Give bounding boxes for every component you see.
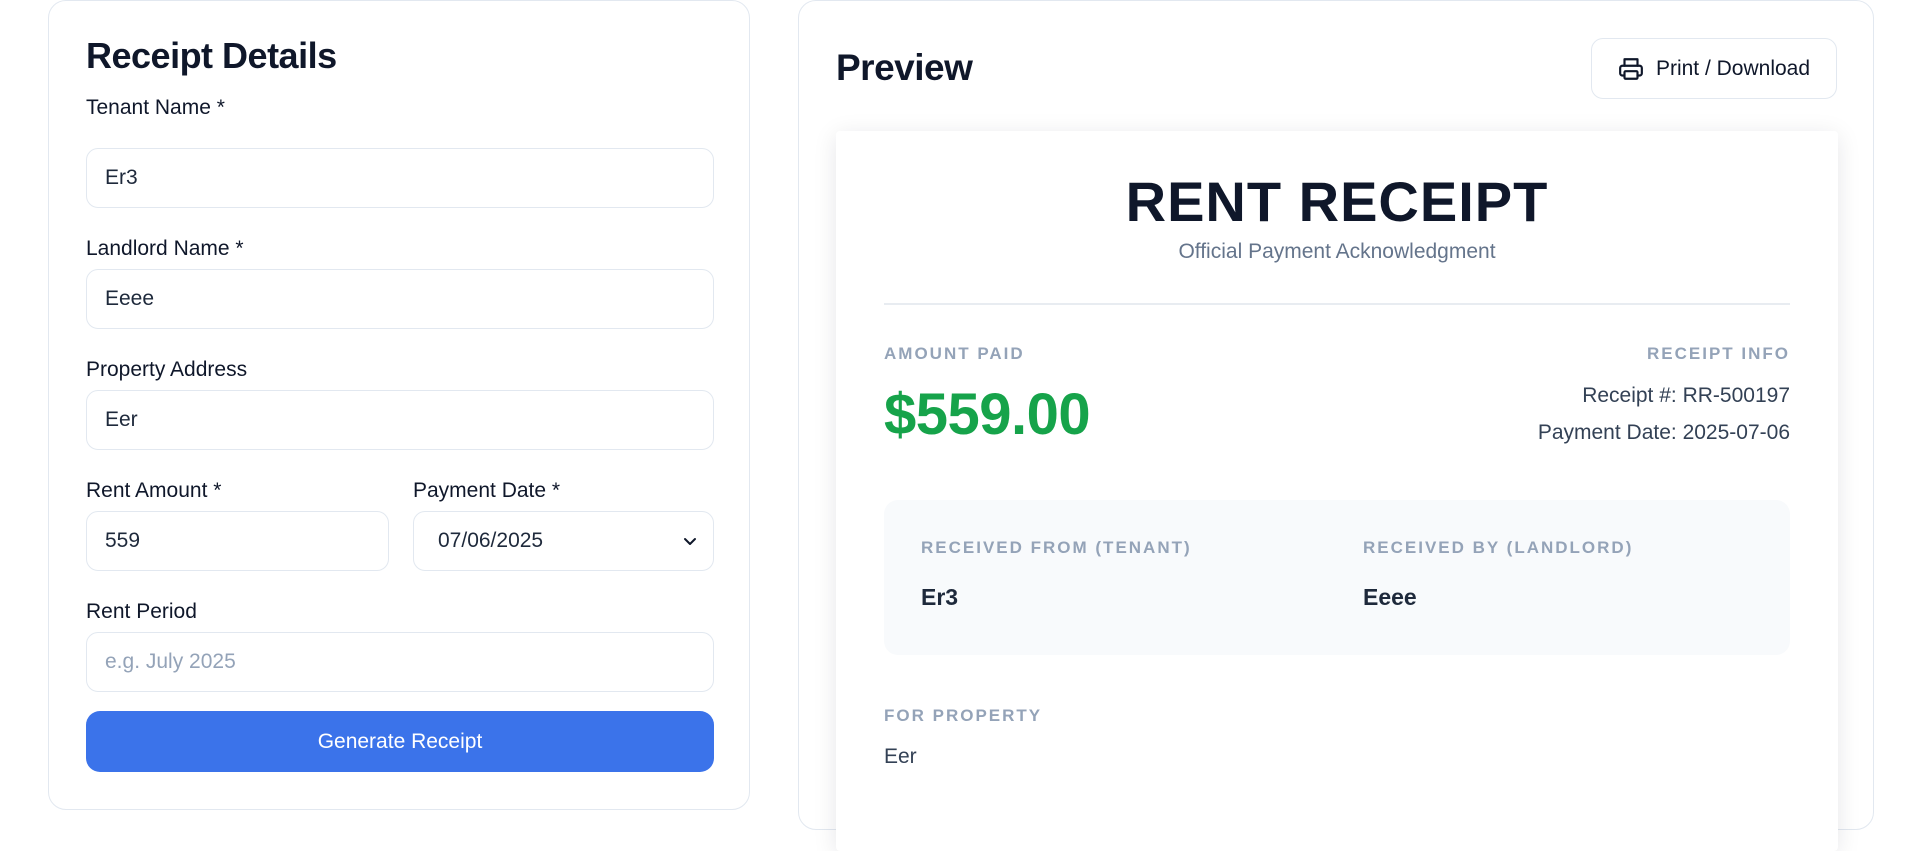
rent-amount-value: 559 — [105, 529, 141, 552]
rent-period-placeholder: e.g. July 2025 — [105, 650, 236, 673]
print-download-button[interactable]: Print / Download — [1591, 38, 1837, 99]
receipt-number-value: RR-500197 — [1682, 384, 1790, 407]
payment-date-select[interactable]: 07/06/2025 — [413, 511, 714, 571]
property-address-value: Eer — [105, 408, 138, 431]
property-address-input[interactable]: Eer — [86, 390, 714, 450]
tenant-name-value: Er3 — [105, 166, 138, 189]
tenant-name-label: Tenant Name * — [86, 96, 225, 119]
preview-title: Preview — [836, 47, 973, 88]
receipt-details-card: Receipt Details Tenant Name * Er3 Landlo… — [48, 0, 750, 810]
parties-box: RECEIVED FROM (TENANT) Er3 RECEIVED BY (… — [884, 500, 1790, 655]
received-from-label: RECEIVED FROM (TENANT) — [921, 538, 1192, 557]
form-title: Receipt Details — [86, 35, 337, 76]
rent-amount-label: Rent Amount * — [86, 479, 222, 502]
generate-receipt-button[interactable]: Generate Receipt — [86, 711, 714, 772]
for-property-value: Eer — [884, 745, 917, 768]
amount-paid-value: $559.00 — [884, 382, 1091, 447]
receipt-info-label: RECEIPT INFO — [1646, 344, 1790, 363]
landlord-name-value: Eeee — [105, 287, 155, 310]
receipt-payment-date-label: Payment Date: — [1537, 421, 1677, 444]
received-from-value: Er3 — [921, 584, 959, 610]
receipt-subheading: Official Payment Acknowledgment — [1178, 240, 1496, 263]
amount-paid-label: AMOUNT PAID — [884, 344, 1025, 363]
receipt-payment-date-value: 2025-07-06 — [1682, 421, 1790, 444]
rent-amount-input[interactable]: 559 — [86, 511, 389, 571]
for-property-label: FOR PROPERTY — [884, 706, 1043, 725]
received-by-label: RECEIVED BY (LANDLORD) — [1363, 538, 1634, 557]
payment-date-line: Payment Date: 2025-07-06 — [1538, 421, 1790, 445]
receipt-heading: RENT RECEIPT — [1125, 170, 1549, 233]
property-address-label: Property Address — [86, 358, 248, 381]
landlord-name-input[interactable]: Eeee — [86, 269, 714, 329]
print-download-label: Print / Download — [1655, 56, 1811, 80]
printer-icon — [1619, 57, 1643, 80]
rent-period-label: Rent Period — [86, 600, 197, 623]
payment-date-label: Payment Date * — [413, 479, 561, 502]
receipt-number-label: Receipt #: — [1582, 384, 1677, 407]
rent-period-input[interactable]: e.g. July 2025 — [86, 632, 714, 692]
receipt-document: RENT RECEIPT Official Payment Acknowledg… — [836, 131, 1838, 851]
received-by-value: Eeee — [1363, 584, 1417, 610]
receipt-number-line: Receipt #: RR-500197 — [1582, 384, 1790, 408]
chevron-down-icon — [684, 538, 696, 545]
payment-date-value: 07/06/2025 — [438, 529, 544, 552]
tenant-name-input[interactable]: Er3 — [86, 148, 714, 208]
landlord-name-label: Landlord Name * — [86, 237, 244, 260]
receipt-divider — [884, 303, 1790, 305]
preview-card: Preview Print / Download RENT RECEIPT Of… — [798, 0, 1874, 851]
